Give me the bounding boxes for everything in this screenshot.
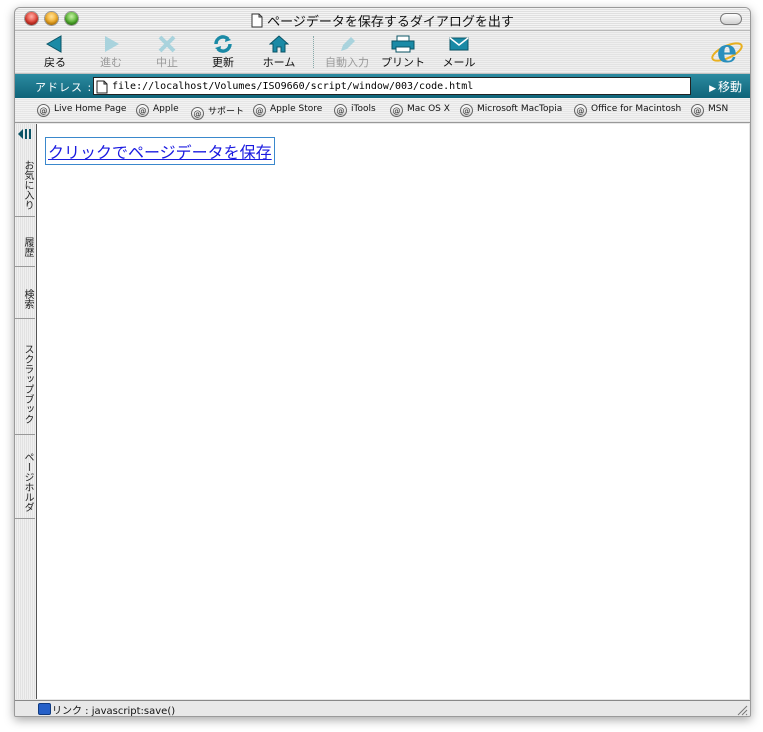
at-link-icon: @ xyxy=(37,104,50,117)
favorite-item[interactable]: @ サポート xyxy=(191,104,244,120)
at-link-icon: @ xyxy=(691,104,704,117)
favorite-item[interactable]: @ Apple Store xyxy=(253,104,322,117)
refresh-label: 更新 xyxy=(212,56,234,69)
title-bar[interactable]: ページデータを保存するダイアログを出す xyxy=(15,8,750,31)
favorite-item[interactable]: @ Mac OS X xyxy=(390,104,450,117)
refresh-icon xyxy=(214,35,232,53)
save-page-link[interactable]: クリックでページデータを保存 xyxy=(45,137,275,165)
forward-arrow-icon xyxy=(105,36,119,52)
collapse-window-button[interactable] xyxy=(720,13,742,25)
tab-favorites[interactable]: お気に入り xyxy=(15,154,35,217)
back-arrow-icon xyxy=(45,35,62,53)
back-button[interactable]: 戻る xyxy=(29,33,81,71)
status-text: リンク : javascript:save() xyxy=(52,706,176,717)
at-link-icon: @ xyxy=(460,104,473,117)
document-icon xyxy=(251,13,263,32)
svg-text:e: e xyxy=(717,35,737,69)
at-link-icon: @ xyxy=(136,104,149,117)
back-label: 戻る xyxy=(44,56,66,69)
at-link-icon: @ xyxy=(574,104,587,117)
file-icon xyxy=(96,79,108,98)
go-arrow-icon: ▶ xyxy=(709,84,716,94)
autofill-button[interactable]: 自動入力 xyxy=(321,33,373,71)
toolbar-separator xyxy=(313,36,314,68)
internet-explorer-logo-icon: e xyxy=(710,32,744,73)
favorite-item[interactable]: @ Office for Macintosh xyxy=(574,104,681,117)
tab-history[interactable]: 履歴 xyxy=(15,228,35,267)
autofill-label: 自動入力 xyxy=(325,56,369,69)
resize-grip-icon[interactable] xyxy=(736,704,748,716)
page-content: クリックでページデータを保存 xyxy=(37,124,749,699)
favorite-item[interactable]: @ Live Home Page xyxy=(37,104,126,117)
browser-window: ページデータを保存するダイアログを出す 戻る 進む 中止 更新 ホーム 自動入力 xyxy=(14,7,751,717)
url-input[interactable] xyxy=(112,78,682,94)
toolbar: 戻る 進む 中止 更新 ホーム 自動入力 プリント メール e xyxy=(15,31,750,74)
at-link-icon: @ xyxy=(253,104,266,117)
at-link-icon: @ xyxy=(191,107,204,120)
explorer-toggle-icon[interactable] xyxy=(17,128,33,140)
favorite-item[interactable]: @ Apple xyxy=(136,104,179,117)
printer-icon xyxy=(391,35,415,53)
favorite-item[interactable]: @ iTools xyxy=(334,104,376,117)
favorite-item[interactable]: @ Microsoft MacTopia xyxy=(460,104,562,117)
print-label: プリント xyxy=(381,56,425,69)
stop-label: 中止 xyxy=(156,56,178,69)
autofill-pen-icon xyxy=(341,37,355,51)
go-button[interactable]: ▶ 移動 xyxy=(709,78,742,95)
mail-label: メール xyxy=(442,56,476,69)
go-label: 移動 xyxy=(717,80,742,94)
favorite-item[interactable]: @ MSN xyxy=(691,104,728,117)
address-bar: アドレス : ▶移動 xyxy=(15,74,750,98)
address-label: アドレス : xyxy=(35,81,93,94)
favorites-bar: @ Live Home Page @ Apple @ サポート @ Apple Stor… xyxy=(15,98,750,123)
refresh-button[interactable]: 更新 xyxy=(197,33,249,71)
mail-button[interactable]: メール xyxy=(433,33,485,71)
window-title: ページデータを保存するダイアログを出す xyxy=(267,15,514,30)
tab-search[interactable]: 検索 xyxy=(15,280,35,319)
home-icon xyxy=(269,35,289,53)
link-status-icon xyxy=(38,703,51,715)
at-link-icon: @ xyxy=(390,104,403,117)
address-field[interactable] xyxy=(93,77,691,95)
at-link-icon: @ xyxy=(334,104,347,117)
status-bar: リンク : javascript:save() xyxy=(15,700,750,717)
forward-label: 進む xyxy=(100,56,122,69)
tab-page-holder[interactable]: ページホルダ xyxy=(15,446,35,519)
mail-envelope-icon xyxy=(449,37,469,51)
print-button[interactable]: プリント xyxy=(377,33,429,71)
stop-button[interactable]: 中止 xyxy=(141,33,193,71)
forward-button[interactable]: 進む xyxy=(85,33,137,71)
tab-scrapbook[interactable]: スクラップブック xyxy=(15,334,35,435)
home-button[interactable]: ホーム xyxy=(253,33,305,71)
explorer-bar-tabs: お気に入り 履歴 検索 スクラップブック ページホルダ xyxy=(15,124,37,699)
home-label: ホーム xyxy=(262,56,296,69)
stop-x-icon xyxy=(158,35,176,53)
